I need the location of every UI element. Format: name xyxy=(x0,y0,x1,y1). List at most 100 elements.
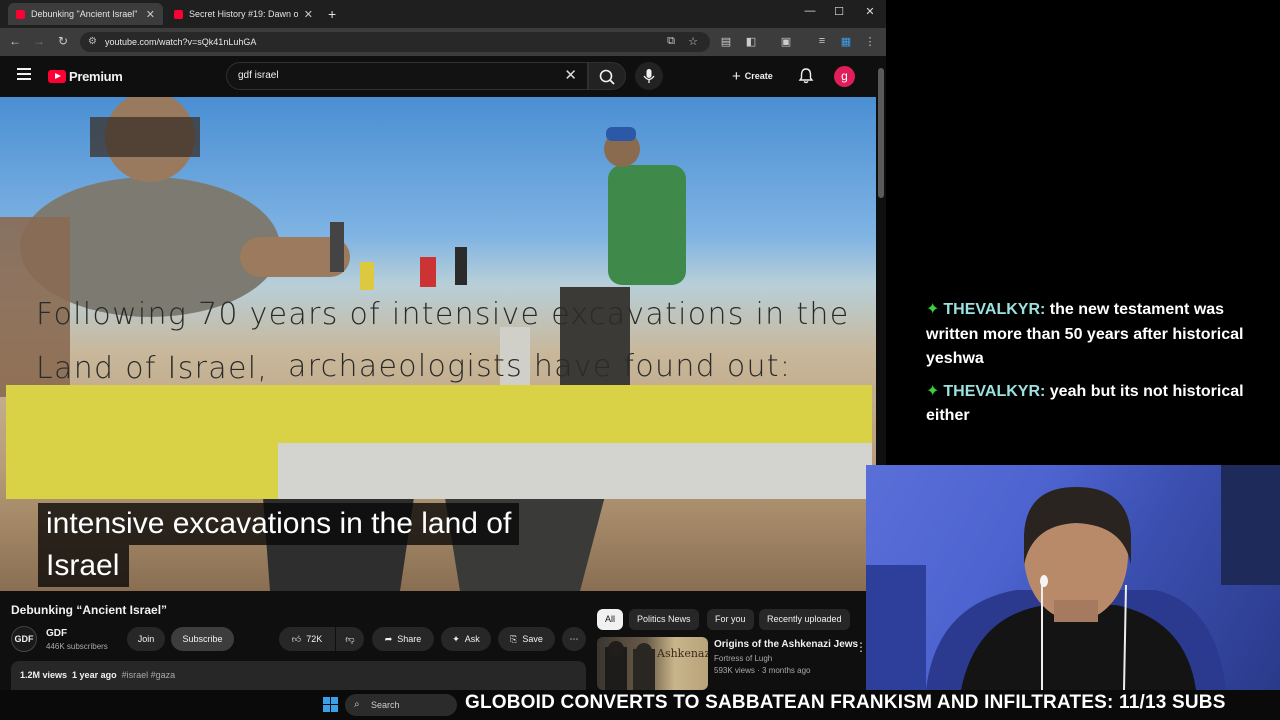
youtube-favicon-icon xyxy=(174,9,183,19)
channel-name[interactable]: GDF xyxy=(46,628,67,639)
upload-age: 1 year ago xyxy=(72,670,117,680)
notifications-bell-icon[interactable] xyxy=(797,67,815,85)
back-icon[interactable]: ← xyxy=(7,34,23,48)
dislike-button[interactable]: 👎︎ xyxy=(336,627,364,651)
related-video-title[interactable]: Origins of the Ashkenazi Jews xyxy=(714,639,858,650)
thumbs-down-icon: 👎︎ xyxy=(345,634,355,644)
taskbar-search-label: Search xyxy=(371,700,400,710)
taskbar-search[interactable]: ⌕ Search xyxy=(345,694,457,716)
ask-button[interactable]: ✦ Ask xyxy=(441,627,491,651)
cast-icon[interactable]: ⧉ xyxy=(664,35,678,48)
chat-message: ✦ THEVALKYR: yeah but its not historical … xyxy=(926,380,1256,429)
clear-search-icon[interactable]: ✕ xyxy=(564,63,577,89)
close-tab-icon[interactable]: ✕ xyxy=(146,8,155,21)
subscribe-button[interactable]: Subscribe xyxy=(171,627,234,651)
search-input[interactable]: gdf israel ✕ xyxy=(226,62,588,90)
share-arrow-icon: ➦ xyxy=(384,634,393,644)
tab-secret-history[interactable]: Secret History #19: Dawn of the ✕ xyxy=(166,3,321,25)
search-icon: ⌕ xyxy=(354,699,360,710)
search-query: gdf israel xyxy=(238,70,279,81)
close-tab-icon[interactable]: ✕ xyxy=(304,8,313,21)
youtube-logo[interactable]: Premium xyxy=(48,69,123,84)
overlay-text-banner-top xyxy=(6,385,872,443)
media-icon[interactable]: ≡ xyxy=(815,35,829,47)
tab-title: Debunking "Ancient Israel" - Yo xyxy=(31,9,140,19)
caption-line: intensive excavations in the land of xyxy=(38,503,520,545)
caption-line: Israel xyxy=(38,545,130,587)
address-bar[interactable]: ⚙ youtube.com/watch?v=sQk41nLuhGA xyxy=(80,32,710,52)
video-title: Debunking “Ancient Israel” xyxy=(11,603,168,617)
voice-search-button[interactable] xyxy=(635,62,663,90)
related-video-thumbnail[interactable]: Ashkenazi xyxy=(597,637,708,690)
sparkle-icon: ✦ xyxy=(452,634,460,644)
create-button[interactable]: + Create xyxy=(724,62,781,90)
close-window-button[interactable]: ✕ xyxy=(860,5,880,18)
browser-toolbar: ← → ↻ ⚙ youtube.com/watch?v=sQk41nLuhGA … xyxy=(0,28,886,56)
channel-avatar[interactable]: GDF xyxy=(11,626,37,652)
webcam-feed xyxy=(866,465,1280,690)
save-label: Save xyxy=(522,634,543,644)
gem-badge-icon: ✦ xyxy=(926,301,940,318)
chat-username: THEVALKYR: xyxy=(943,301,1046,318)
create-label: Create xyxy=(744,71,773,81)
join-button[interactable]: Join xyxy=(127,627,165,651)
chip-all[interactable]: All xyxy=(597,609,624,630)
related-video-meta: 593K views · 3 months ago xyxy=(714,666,811,675)
chat-message: ✦ THEVALKYR: the new testament was writte… xyxy=(926,298,1256,372)
closed-captions: intensive excavations in the land of Isr… xyxy=(38,503,520,587)
overlay-text-banner-left xyxy=(6,443,278,499)
overlay-text-line2b: archaeologists have found out: xyxy=(288,349,792,384)
youtube-header: Premium gdf israel ✕ + Create g xyxy=(0,56,876,96)
chip-for-you[interactable]: For you xyxy=(707,609,754,630)
minimize-button[interactable]: — xyxy=(800,5,820,17)
description-box[interactable]: 1.2M views 1 year ago #israel #gaza xyxy=(11,661,586,690)
overlay-text-line2a: Land of Israel, xyxy=(36,351,269,386)
ask-label: Ask xyxy=(464,634,480,644)
forward-icon[interactable]: → xyxy=(31,34,47,48)
stream-chat-overlay: ✦ THEVALKYR: the new testament was writte… xyxy=(926,298,1256,437)
search-button[interactable] xyxy=(588,62,626,90)
stream-ticker-text: GLOBOID CONVERTS TO SABBATEAN FRANKISM A… xyxy=(465,692,1226,713)
hashtags[interactable]: #israel #gaza xyxy=(122,670,176,680)
view-count: 1.2M views xyxy=(20,670,68,680)
reload-icon[interactable]: ↻ xyxy=(55,34,71,48)
bookmark-star-icon[interactable]: ☆ xyxy=(686,35,700,48)
overlay-text-line1: Following 70 years of intensive excavati… xyxy=(36,297,850,332)
reading-list-icon[interactable]: ▤ xyxy=(719,35,733,48)
thumbnail-text: Ashkenazi xyxy=(657,647,708,660)
profile-icon[interactable]: ▦ xyxy=(839,35,853,48)
chip-recently-uploaded[interactable]: Recently uploaded xyxy=(759,609,850,630)
bookmark-icon: ⎘ xyxy=(510,634,518,644)
gem-badge-icon: ✦ xyxy=(926,382,940,400)
chat-username: THEVALKYR: xyxy=(943,382,1046,400)
plus-icon: + xyxy=(732,67,741,85)
browser-menu-icon[interactable]: ⋮ xyxy=(863,35,877,48)
save-button[interactable]: ⎘ Save xyxy=(498,627,555,651)
new-tab-button[interactable]: + xyxy=(324,3,346,25)
windows-start-icon[interactable] xyxy=(323,697,338,712)
account-avatar[interactable]: g xyxy=(834,66,855,87)
related-video-channel[interactable]: Fortress of Lugh xyxy=(714,654,772,663)
tab-strip: Debunking "Ancient Israel" - Yo ✕ Secret… xyxy=(0,0,886,28)
scroll-thumb[interactable] xyxy=(878,68,884,198)
microphone-icon xyxy=(643,69,655,83)
youtube-favicon-icon xyxy=(16,9,25,19)
search-icon xyxy=(599,69,615,85)
extensions-icon[interactable]: ◧ xyxy=(744,35,758,48)
hamburger-menu-icon[interactable] xyxy=(17,68,31,80)
thumbnail-image xyxy=(605,641,655,690)
more-actions-button[interactable]: ⋯ xyxy=(562,627,586,651)
overlay-text-banner-right xyxy=(278,443,872,499)
chip-politics-news[interactable]: Politics News xyxy=(629,609,699,630)
streamer-webcam-image xyxy=(866,465,1280,690)
tab-debunking[interactable]: Debunking "Ancient Israel" - Yo ✕ xyxy=(8,3,163,25)
like-count: 72K xyxy=(306,634,323,644)
url-text: youtube.com/watch?v=sQk41nLuhGA xyxy=(105,37,257,47)
maximize-button[interactable]: ☐ xyxy=(829,5,849,18)
like-button[interactable]: 👍︎ 72K xyxy=(279,627,335,651)
share-button[interactable]: ➦ Share xyxy=(372,627,434,651)
browser-window: Debunking "Ancient Israel" - Yo ✕ Secret… xyxy=(0,0,886,690)
screenshot-icon[interactable]: ▣ xyxy=(779,35,793,48)
tab-title: Secret History #19: Dawn of the xyxy=(189,9,298,19)
site-info-icon[interactable]: ⚙ xyxy=(88,32,97,52)
